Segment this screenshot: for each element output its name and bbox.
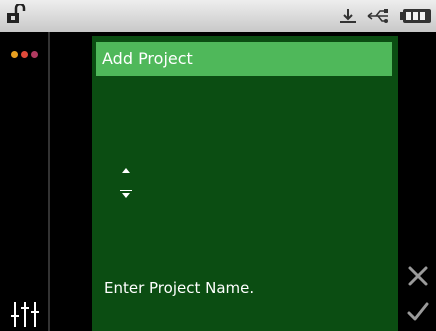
menu-dots-icon[interactable]	[11, 51, 41, 59]
usb-icon	[367, 9, 388, 23]
close-icon[interactable]	[406, 264, 430, 288]
right-rail	[400, 32, 436, 331]
spinner-up-icon[interactable]	[122, 168, 130, 173]
lock-icon	[7, 4, 26, 23]
sliders-icon[interactable]	[10, 300, 40, 328]
text-input-spinner[interactable]	[116, 168, 136, 208]
spinner-cursor-line	[120, 190, 132, 191]
download-icon	[340, 9, 356, 23]
panel-gutter	[52, 32, 92, 331]
battery-icon	[400, 9, 431, 23]
dialog-title: Add Project	[96, 42, 392, 76]
spinner-down-icon[interactable]	[122, 193, 130, 198]
input-prompt: Enter Project Name.	[104, 279, 255, 297]
check-icon[interactable]	[406, 300, 430, 324]
left-rail	[0, 32, 50, 331]
status-bar	[0, 0, 436, 32]
add-project-dialog: Add Project Enter Project Name.	[92, 36, 398, 331]
